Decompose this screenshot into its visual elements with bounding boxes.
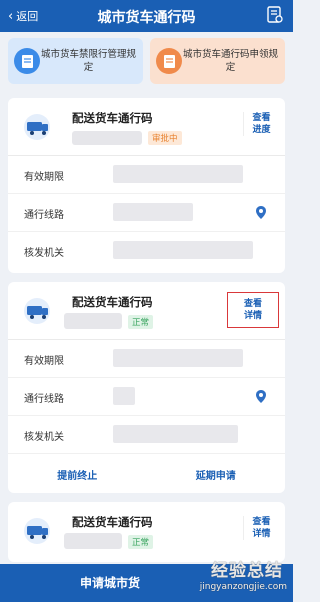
field-label: 核发机关	[24, 248, 64, 259]
quick-link-label: 城市货车禁限行管理规定	[40, 49, 136, 73]
view-details-link[interactable]: 查看 详情	[243, 516, 275, 540]
redacted-value	[113, 165, 243, 183]
view-link-line: 详情	[252, 529, 271, 539]
permit-card: 配送货车通行码 正常 查看 详情	[8, 502, 285, 562]
view-link-line: 查看	[252, 113, 271, 123]
document-icon	[14, 48, 40, 74]
redacted-plate	[64, 533, 122, 549]
location-pin-icon[interactable]	[255, 205, 267, 220]
status-badge: 正常	[128, 315, 154, 329]
permit-card: 配送货车通行码 审批中 查看 进度 有效期限 通行线路 核发机关	[8, 98, 285, 273]
redacted-value	[113, 349, 243, 367]
terminate-early-button[interactable]: 提前终止	[8, 455, 147, 493]
location-pin-icon[interactable]	[255, 389, 267, 404]
truck-icon	[24, 298, 50, 324]
field-label: 通行线路	[24, 210, 64, 221]
view-link-line: 查看	[252, 517, 271, 527]
apply-button-label: 申请城市货	[80, 576, 141, 590]
quick-link-label: 城市货车通行码申领规定	[182, 49, 278, 73]
extend-application-button[interactable]: 延期申请	[147, 455, 286, 493]
view-details-link[interactable]: 查看 详情	[227, 292, 279, 328]
redacted-value	[113, 387, 135, 405]
watermark-title: 经验总结	[211, 561, 283, 581]
field-row-authority: 核发机关	[8, 232, 285, 270]
truck-icon	[24, 518, 50, 544]
permit-name: 配送货车通行码	[72, 111, 153, 125]
field-label: 有效期限	[24, 356, 64, 367]
quick-link-restriction-rules[interactable]: 城市货车禁限行管理规定	[8, 38, 143, 84]
field-row-validity: 有效期限	[8, 340, 285, 378]
redacted-plate	[72, 131, 142, 145]
view-link-line: 查看	[243, 299, 262, 309]
field-row-route: 通行线路	[8, 378, 285, 416]
permit-name: 配送货车通行码	[72, 295, 153, 309]
permit-name: 配送货车通行码	[72, 515, 153, 529]
truck-icon	[24, 114, 50, 140]
watermark: 经验总结 jingyanzongjie.com	[177, 556, 289, 602]
page-title: 城市货车通行码	[97, 10, 196, 26]
document-icon	[156, 48, 182, 74]
quick-links: 城市货车禁限行管理规定 城市货车通行码申领规定	[8, 38, 285, 84]
quick-link-application-rules[interactable]: 城市货车通行码申领规定	[150, 38, 285, 84]
permit-header: 配送货车通行码 正常 查看 详情	[8, 502, 285, 560]
watermark-url: jingyanzongjie.com	[199, 582, 287, 592]
field-row-route: 通行线路	[8, 194, 285, 232]
status-badge: 审批中	[148, 131, 182, 145]
permit-actions: 提前终止 延期申请	[8, 455, 285, 493]
field-row-authority: 核发机关	[8, 416, 285, 454]
redacted-value	[113, 203, 193, 221]
view-link-line: 详情	[243, 311, 262, 321]
redacted-value	[113, 425, 238, 443]
field-label: 核发机关	[24, 432, 64, 443]
permit-header: 配送货车通行码 审批中 查看 进度	[8, 98, 285, 156]
view-link-line: 进度	[252, 125, 271, 135]
permit-card: 配送货车通行码 正常 查看 详情 有效期限 通行线路 核发机关 提前终止 延期申…	[8, 282, 285, 493]
field-row-validity: 有效期限	[8, 156, 285, 194]
field-label: 有效期限	[24, 172, 64, 183]
field-label: 通行线路	[24, 394, 64, 405]
redacted-plate	[64, 313, 122, 329]
top-nav-bar: ‹ 返回 城市货车通行码	[0, 0, 293, 32]
document-list-icon[interactable]	[267, 6, 283, 24]
status-badge: 正常	[128, 535, 154, 549]
redacted-value	[113, 241, 253, 259]
permit-header: 配送货车通行码 正常 查看 详情	[8, 282, 285, 340]
view-progress-link[interactable]: 查看 进度	[243, 112, 275, 136]
